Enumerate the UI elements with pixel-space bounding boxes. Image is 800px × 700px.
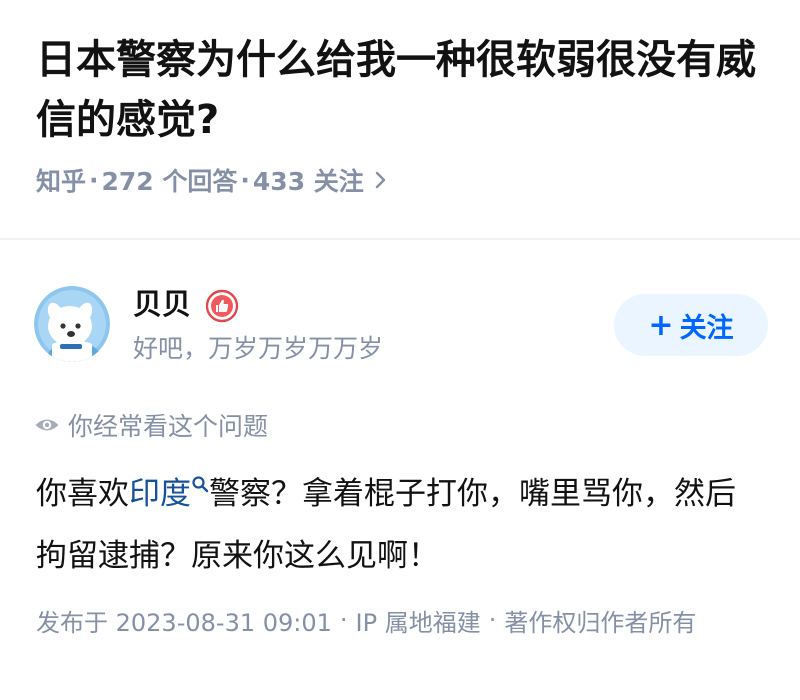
follower-count: 433 关注 [252,167,364,196]
meta-separator: · [240,165,250,195]
thumbs-up-badge-icon [205,289,239,323]
footer-separator: · [488,606,497,634]
author-name[interactable]: 贝贝 [133,284,191,324]
author-bio: 好吧，万岁万岁万万岁 [133,334,384,363]
question-header: 日本警察为什么给我一种很软弱很没有威信的感觉? 知乎 · 272 个回答 · 4… [0,0,800,238]
answer-card: 贝贝 好吧，万岁万岁万万岁 + 关注 你经常看这个问题 你喜欢印度 警察？拿着棍子… [0,240,800,700]
source-label: 知乎 [36,167,87,196]
viewed-hint: 你经常看这个问题 [34,405,268,445]
answer-text-part1: 你喜欢 [36,476,129,512]
answer-count: 272 个回答 [101,167,238,196]
eye-icon [35,419,59,431]
author-avatar[interactable] [34,286,110,362]
answer-content[interactable]: 你喜欢印度 警察？拿着棍子打你，嘴里骂你，然后拘留逮捕？原来你这么见啊！ [36,463,766,587]
ip-location: IP 属地福建 [355,608,481,637]
plus-icon: + [648,307,674,343]
publish-time: 发布于 2023-08-31 09:01 [36,608,332,637]
footer-separator: · [339,606,348,634]
copyright-notice: 著作权归作者所有 [504,608,697,637]
meta-separator: · [89,165,99,195]
answer-footer: 发布于 2023-08-31 09:01 · IP 属地福建 · 著作权归作者所… [36,600,696,640]
follow-button[interactable]: + 关注 [614,294,768,356]
follow-button-label: 关注 [679,312,734,344]
keyword-link[interactable]: 印度 [129,476,191,512]
viewed-hint-text: 你经常看这个问题 [68,412,269,441]
chevron-right-icon [375,171,385,189]
dog-avatar-icon [34,286,110,362]
question-meta[interactable]: 知乎 · 272 个回答 · 433 关注 [36,160,388,200]
question-title[interactable]: 日本警察为什么给我一种很软弱很没有威信的感觉? [36,30,776,150]
search-icon[interactable] [191,475,209,493]
